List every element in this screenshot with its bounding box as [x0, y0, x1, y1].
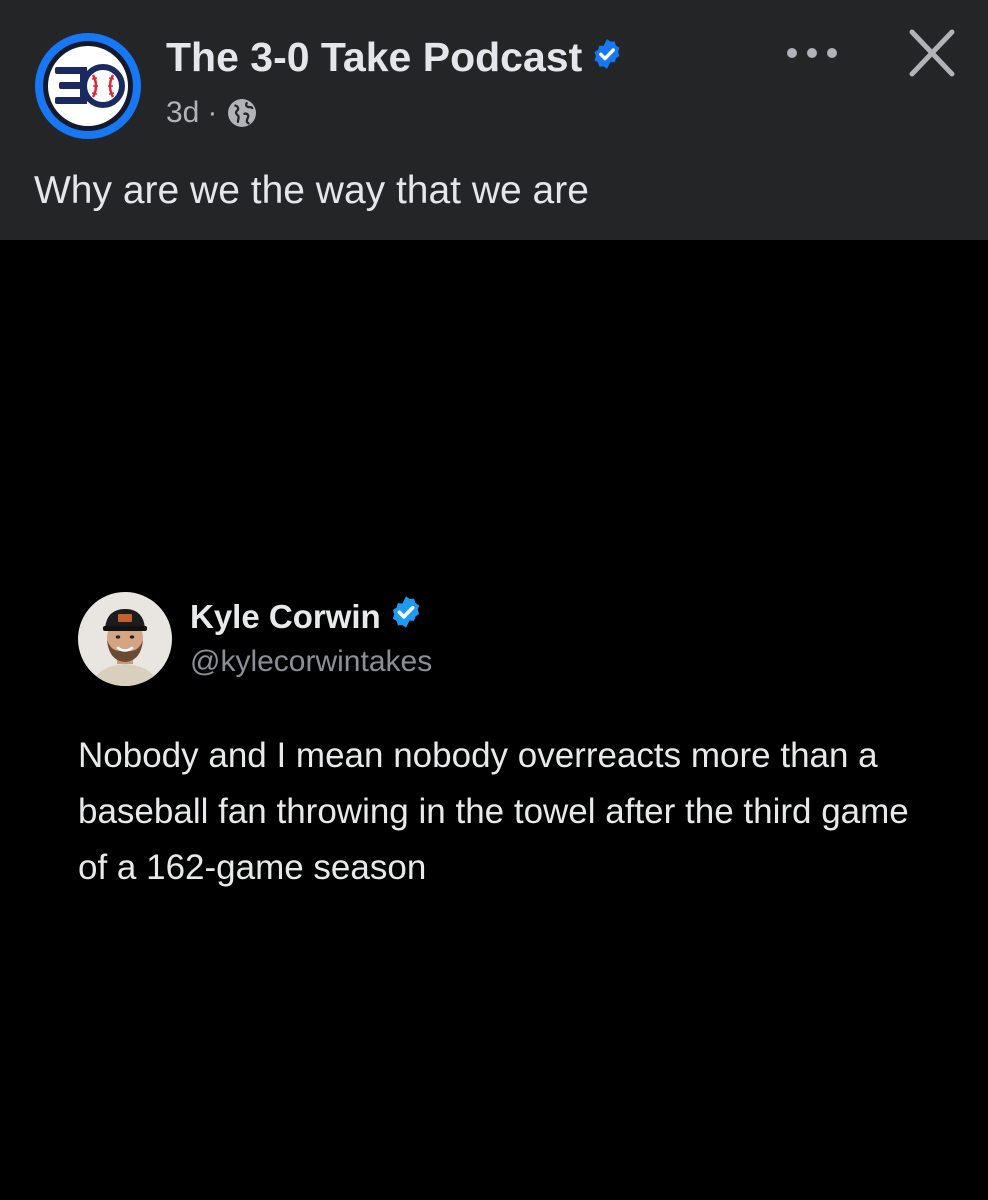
meta-separator: ·: [207, 96, 218, 129]
post-author[interactable]: The 3-0 Take Podcast: [166, 32, 624, 82]
more-options-button[interactable]: [782, 40, 842, 66]
globe-icon: [226, 97, 258, 129]
post-caption: Why are we the way that we are: [34, 169, 589, 212]
more-options-icon: [787, 48, 837, 58]
podcast-logo-avatar[interactable]: [33, 31, 143, 141]
verified-badge-icon: [388, 594, 424, 640]
post-timestamp[interactable]: 3d: [166, 93, 199, 133]
tweet-author: Kyle Corwin: [190, 596, 424, 640]
podcast-logo-icon: [35, 33, 141, 139]
tweet-screenshot-image[interactable]: Kyle Corwin @kylecorwintakes Nobody and …: [0, 240, 988, 1200]
close-button[interactable]: [902, 26, 962, 82]
post-meta: 3d ·: [166, 93, 258, 133]
tweet-author-name: Kyle Corwin: [190, 598, 381, 635]
close-icon: [909, 29, 955, 77]
tweet-text: Nobody and I mean nobody overreacts more…: [78, 736, 909, 887]
post-author-name[interactable]: The 3-0 Take Podcast: [166, 34, 582, 80]
verified-badge-icon: [590, 32, 624, 82]
tweet-handle: @kylecorwintakes: [190, 645, 433, 678]
post-header: The 3-0 Take Podcast 3d · Why are we the…: [0, 0, 988, 240]
profile-photo: [78, 592, 172, 686]
